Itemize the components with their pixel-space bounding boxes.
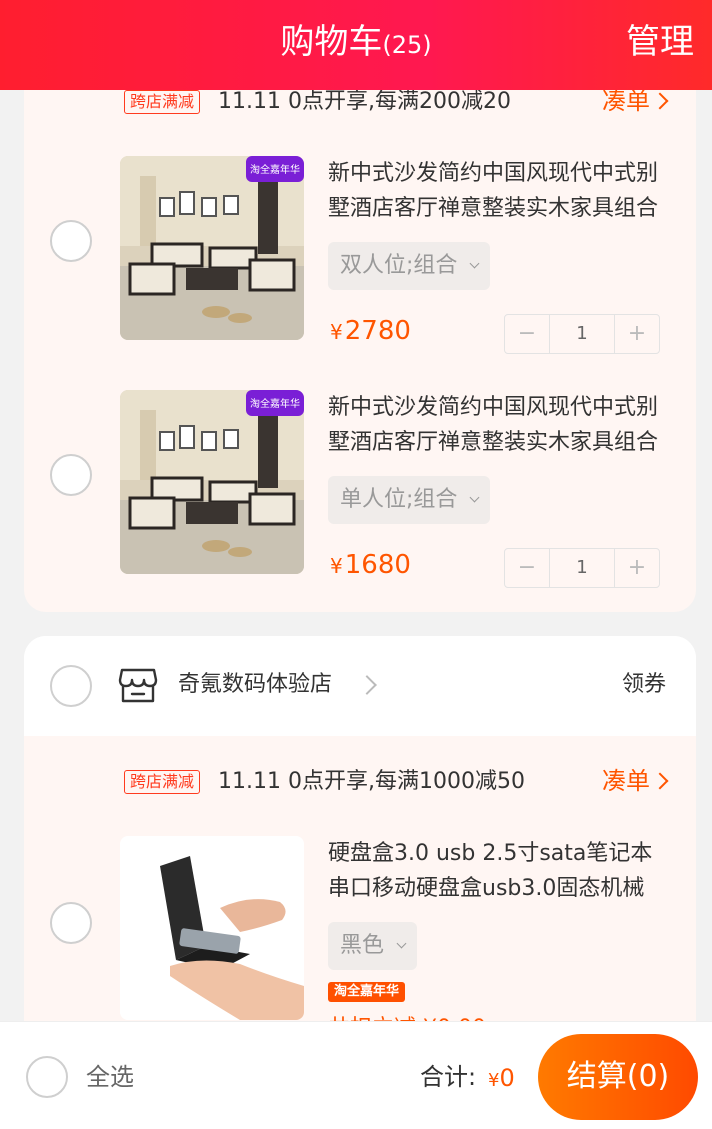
store-select-radio[interactable] xyxy=(50,665,92,707)
page-title-text: 购物车 xyxy=(280,22,383,62)
plus-icon[interactable]: + xyxy=(615,549,659,587)
carnival-badge: 淘全嘉年华 xyxy=(250,397,300,410)
add-items-link[interactable]: 凑单 xyxy=(602,764,669,798)
select-all-radio[interactable] xyxy=(26,1056,68,1098)
checkout-bar: 全选 合计: ¥0 结算(0) xyxy=(0,1021,712,1129)
store-card-1: 跨店满减 11.11 0点开享,每满200减20 凑单 淘全嘉年华 新中式沙发简… xyxy=(24,40,696,612)
cart-scroll-area[interactable]: 跨店满减 11.11 0点开享,每满200减20 凑单 淘全嘉年华 新中式沙发简… xyxy=(0,0,712,1129)
add-items-label: 凑单 xyxy=(602,767,650,795)
page-title: 购物车(25) xyxy=(0,20,712,67)
add-items-label: 凑单 xyxy=(602,87,650,115)
chevron-right-icon xyxy=(357,675,377,695)
spec-label: 黑色 xyxy=(340,933,385,958)
promo-text: 11.11 0点开享,每满200减20 xyxy=(218,89,511,114)
select-all-label[interactable]: 全选 xyxy=(86,1060,134,1094)
quantity-stepper: − 1 + xyxy=(504,314,660,354)
spec-label: 双人位;组合 xyxy=(340,253,458,278)
top-bar: 购物车(25) 管理 xyxy=(0,0,712,90)
promo-tag: 跨店满减 xyxy=(124,90,201,114)
item-select-radio[interactable] xyxy=(50,454,92,496)
item-price: ¥1680 xyxy=(330,548,411,583)
chevron-down-icon xyxy=(469,492,480,503)
promo-text: 11.11 0点开享,每满1000减50 xyxy=(218,769,525,794)
cart-count: (25) xyxy=(382,31,432,59)
currency-symbol: ¥ xyxy=(330,554,343,578)
promo-tag: 跨店满减 xyxy=(124,770,201,794)
product-title[interactable]: 新中式沙发简约中国风现代中式别墅酒店客厅禅意整装实木家具组合 xyxy=(328,156,668,226)
currency-symbol: ¥ xyxy=(488,1070,500,1091)
carnival-badge: 淘全嘉年华 xyxy=(328,982,406,1002)
store-header: 奇氪数码体验店 领券 xyxy=(24,636,696,736)
chevron-down-icon xyxy=(469,258,480,269)
plus-icon[interactable]: + xyxy=(615,315,659,353)
currency-symbol: ¥ xyxy=(330,320,343,344)
spec-label: 单人位;组合 xyxy=(340,487,458,512)
get-coupon-button[interactable]: 领券 xyxy=(622,668,666,702)
spec-selector[interactable]: 单人位;组合 xyxy=(328,476,491,524)
quantity-input[interactable]: 1 xyxy=(549,549,615,587)
shop-icon xyxy=(118,668,158,703)
product-title[interactable]: 新中式沙发简约中国风现代中式别墅酒店客厅禅意整装实木家具组合 xyxy=(328,390,668,460)
quantity-input[interactable]: 1 xyxy=(549,315,615,353)
quantity-stepper: − 1 + xyxy=(504,548,660,588)
minus-icon[interactable]: − xyxy=(505,549,549,587)
cart-item: 淘全嘉年华 新中式沙发简约中国风现代中式别墅酒店客厅禅意整装实木家具组合 双人位… xyxy=(24,156,696,354)
store-name[interactable]: 奇氪数码体验店 xyxy=(178,668,332,702)
chevron-down-icon xyxy=(396,938,407,949)
carnival-badge: 淘全嘉年华 xyxy=(250,163,300,176)
price-value: 1680 xyxy=(344,550,411,580)
chevron-right-icon xyxy=(651,772,669,790)
spec-selector[interactable]: 双人位;组合 xyxy=(328,242,491,290)
product-image-sofa[interactable]: 淘全嘉年华 xyxy=(120,156,304,340)
promo-row: 跨店满减 11.11 0点开享,每满1000减50 凑单 xyxy=(24,762,696,802)
item-select-radio[interactable] xyxy=(50,902,92,944)
checkout-button[interactable]: 结算(0) xyxy=(538,1034,698,1120)
total-value: 0 xyxy=(499,1064,515,1092)
manage-button[interactable]: 管理 xyxy=(626,20,694,64)
total-amount: ¥0 xyxy=(488,1062,515,1097)
price-value: 2780 xyxy=(344,316,411,346)
item-price: ¥2780 xyxy=(330,314,411,349)
product-image-sofa[interactable]: 淘全嘉年华 xyxy=(120,390,304,574)
chevron-right-icon xyxy=(651,92,669,110)
item-select-radio[interactable] xyxy=(50,220,92,262)
product-title[interactable]: 硬盘盒3.0 usb 2.5寸sata笔记本串口移动硬盘盒usb3.0固态机械 xyxy=(328,836,668,906)
total-label: 合计: xyxy=(420,1063,477,1091)
cart-item: 淘全嘉年华 新中式沙发简约中国风现代中式别墅酒店客厅禅意整装实木家具组合 单人位… xyxy=(24,390,696,588)
minus-icon[interactable]: − xyxy=(505,315,549,353)
product-image-hdd-enclosure[interactable] xyxy=(120,836,304,1020)
spec-selector[interactable]: 黑色 xyxy=(328,922,418,970)
